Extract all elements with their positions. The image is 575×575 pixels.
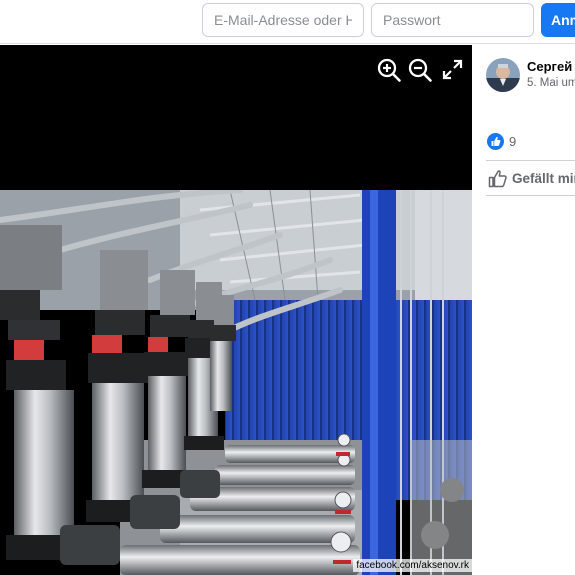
photo-page: Anmelden [0, 0, 575, 575]
top-navigation-bar: Anmelden [0, 0, 575, 44]
zoom-out-icon[interactable] [407, 57, 433, 83]
avatar[interactable] [486, 58, 520, 92]
photo-watermark: facebook.com/aksenov.rk [353, 559, 472, 572]
pump-station-photo [0, 190, 472, 575]
post-sidebar: Сергей Аксенов 5. Mai um 9 Gefällt mir [472, 45, 575, 575]
like-reaction-icon[interactable] [487, 133, 504, 150]
thumbs-up-icon [488, 170, 507, 188]
author-name[interactable]: Сергей Аксенов [527, 59, 575, 74]
email-field[interactable] [202, 3, 364, 37]
zoom-in-icon[interactable] [376, 57, 402, 83]
divider [486, 195, 575, 196]
like-button-label: Gefällt mir [512, 171, 575, 186]
photo-viewer: facebook.com/aksenov.rk [0, 45, 472, 575]
post-date[interactable]: 5. Mai um [527, 77, 575, 89]
reaction-count[interactable]: 9 [509, 134, 516, 149]
fullscreen-icon[interactable] [440, 57, 466, 83]
post-photo [0, 190, 472, 575]
divider [486, 160, 575, 161]
password-field[interactable] [371, 3, 534, 37]
login-button[interactable]: Anmelden [541, 3, 575, 37]
